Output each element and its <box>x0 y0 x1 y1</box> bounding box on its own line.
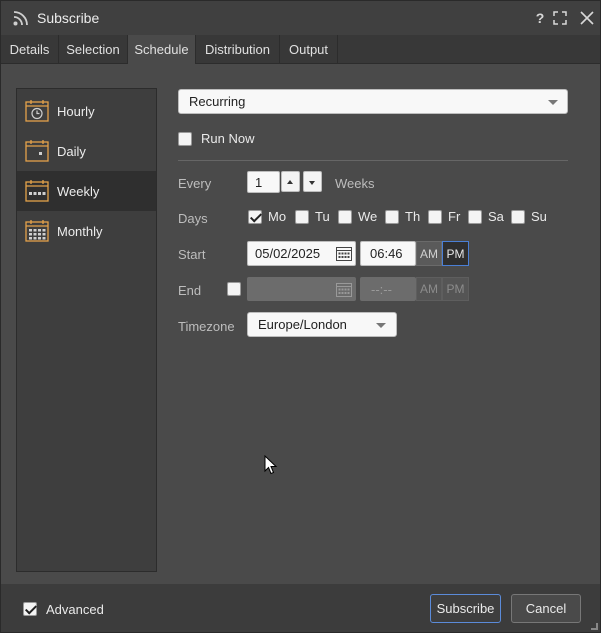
triangle-up-icon <box>287 180 293 184</box>
schedule-type-list: Hourly Daily Weekly Monthly <box>16 88 157 572</box>
start-pm-label: PM <box>446 246 465 261</box>
subscribe-button[interactable]: Subscribe <box>430 594 501 623</box>
tab-bar: Details Selection Schedule Distribution … <box>1 35 600 64</box>
timezone-select[interactable]: Europe/London <box>247 312 397 337</box>
every-label: Every <box>178 176 212 191</box>
day-checkbox-fr[interactable] <box>428 210 442 224</box>
tab-selection-label: Selection <box>66 42 120 57</box>
cancel-button-label: Cancel <box>525 601 567 616</box>
schedule-type-daily[interactable]: Daily <box>17 131 156 171</box>
start-am-label: AM <box>420 246 438 261</box>
day-label-fr: Fr <box>448 209 461 224</box>
chevron-down-icon <box>376 322 386 328</box>
calendar-month-icon <box>25 220 49 242</box>
tab-schedule-label: Schedule <box>134 42 189 57</box>
title-bar: Subscribe ? <box>1 1 600 35</box>
start-date-input[interactable]: 05/02/2025 <box>247 241 356 266</box>
end-am-label: AM <box>420 282 438 296</box>
cancel-button[interactable]: Cancel <box>511 594 581 623</box>
mouse-cursor-icon <box>264 455 278 475</box>
calendar-icon[interactable] <box>336 246 352 261</box>
start-time-input[interactable]: 06:46 <box>360 241 416 266</box>
timezone-label: Timezone <box>178 319 235 334</box>
divider <box>178 160 568 161</box>
start-am-toggle[interactable]: AM <box>416 241 442 266</box>
day-checkbox-th[interactable] <box>385 210 399 224</box>
end-time-value: --:-- <box>371 281 392 297</box>
help-icon: ? <box>535 10 545 26</box>
chevron-down-icon <box>548 99 558 105</box>
schedule-type-weekly[interactable]: Weekly <box>17 171 156 211</box>
close-icon <box>580 11 594 25</box>
start-time-value: 06:46 <box>370 246 403 261</box>
start-label: Start <box>178 247 206 262</box>
resize-grip-icon[interactable] <box>591 623 598 630</box>
day-label-sa: Sa <box>488 209 504 224</box>
schedule-type-hourly[interactable]: Hourly <box>17 91 156 131</box>
schedule-type-label: Hourly <box>57 103 95 119</box>
rss-icon <box>13 11 28 26</box>
run-now-label: Run Now <box>201 131 255 146</box>
day-checkbox-tu[interactable] <box>295 210 309 224</box>
end-pm-toggle[interactable]: PM <box>442 277 469 301</box>
end-am-toggle[interactable]: AM <box>416 277 442 301</box>
maximize-icon <box>553 11 567 25</box>
tab-details[interactable]: Details <box>1 35 59 64</box>
subscribe-dialog: Subscribe ? Details Selection Schedule D… <box>0 0 601 633</box>
days-label: Days <box>178 211 208 226</box>
day-checkbox-su[interactable] <box>511 210 525 224</box>
dialog-title: Subscribe <box>37 10 100 26</box>
every-increment-button[interactable] <box>281 171 300 192</box>
day-label-tu: Tu <box>315 209 330 224</box>
day-label-we: We <box>358 209 378 224</box>
close-button[interactable] <box>577 8 597 28</box>
schedule-type-label: Daily <box>57 143 86 159</box>
schedule-mode-value: Recurring <box>189 94 246 109</box>
tab-schedule[interactable]: Schedule <box>128 35 196 64</box>
timezone-value: Europe/London <box>258 317 347 332</box>
every-value: 1 <box>255 174 263 190</box>
schedule-mode-select[interactable]: Recurring <box>178 89 568 114</box>
end-time-input[interactable]: --:-- <box>360 277 416 301</box>
day-label-su: Su <box>531 209 547 224</box>
end-label: End <box>178 283 202 298</box>
advanced-label: Advanced <box>46 602 104 617</box>
schedule-panel: Hourly Daily Weekly Monthly Recurring Ru… <box>1 64 600 584</box>
every-input[interactable]: 1 <box>247 171 280 193</box>
tab-distribution[interactable]: Distribution <box>196 35 280 64</box>
end-date-input[interactable] <box>247 277 356 301</box>
triangle-down-icon <box>309 181 315 185</box>
run-now-checkbox[interactable] <box>178 132 192 146</box>
calendar-icon <box>336 283 352 297</box>
maximize-button[interactable] <box>550 8 570 28</box>
subscribe-button-label: Subscribe <box>436 601 495 616</box>
schedule-type-label: Weekly <box>57 183 100 199</box>
schedule-type-monthly[interactable]: Monthly <box>17 211 156 251</box>
tab-output[interactable]: Output <box>280 35 338 64</box>
help-button[interactable]: ? <box>530 8 550 28</box>
day-checkbox-we[interactable] <box>338 210 352 224</box>
every-unit-label: Weeks <box>335 176 375 191</box>
calendar-clock-icon <box>25 100 49 122</box>
calendar-week-icon <box>25 180 49 202</box>
tab-output-label: Output <box>288 42 329 57</box>
every-decrement-button[interactable] <box>303 171 322 192</box>
tab-details-label: Details <box>9 42 50 57</box>
end-pm-label: PM <box>446 282 465 296</box>
schedule-type-label: Monthly <box>57 223 103 239</box>
tab-distribution-label: Distribution <box>204 42 271 57</box>
day-label-mo: Mo <box>268 209 287 224</box>
tab-selection[interactable]: Selection <box>59 35 128 64</box>
advanced-checkbox[interactable] <box>23 602 37 616</box>
day-checkbox-sa[interactable] <box>468 210 482 224</box>
calendar-day-icon <box>25 140 49 162</box>
dialog-footer: Advanced Subscribe Cancel <box>1 584 600 632</box>
day-label-th: Th <box>405 209 421 224</box>
start-date-value: 05/02/2025 <box>255 246 321 261</box>
day-checkbox-mo[interactable] <box>248 210 262 224</box>
end-enable-checkbox[interactable] <box>227 282 241 296</box>
start-pm-toggle[interactable]: PM <box>442 241 469 266</box>
